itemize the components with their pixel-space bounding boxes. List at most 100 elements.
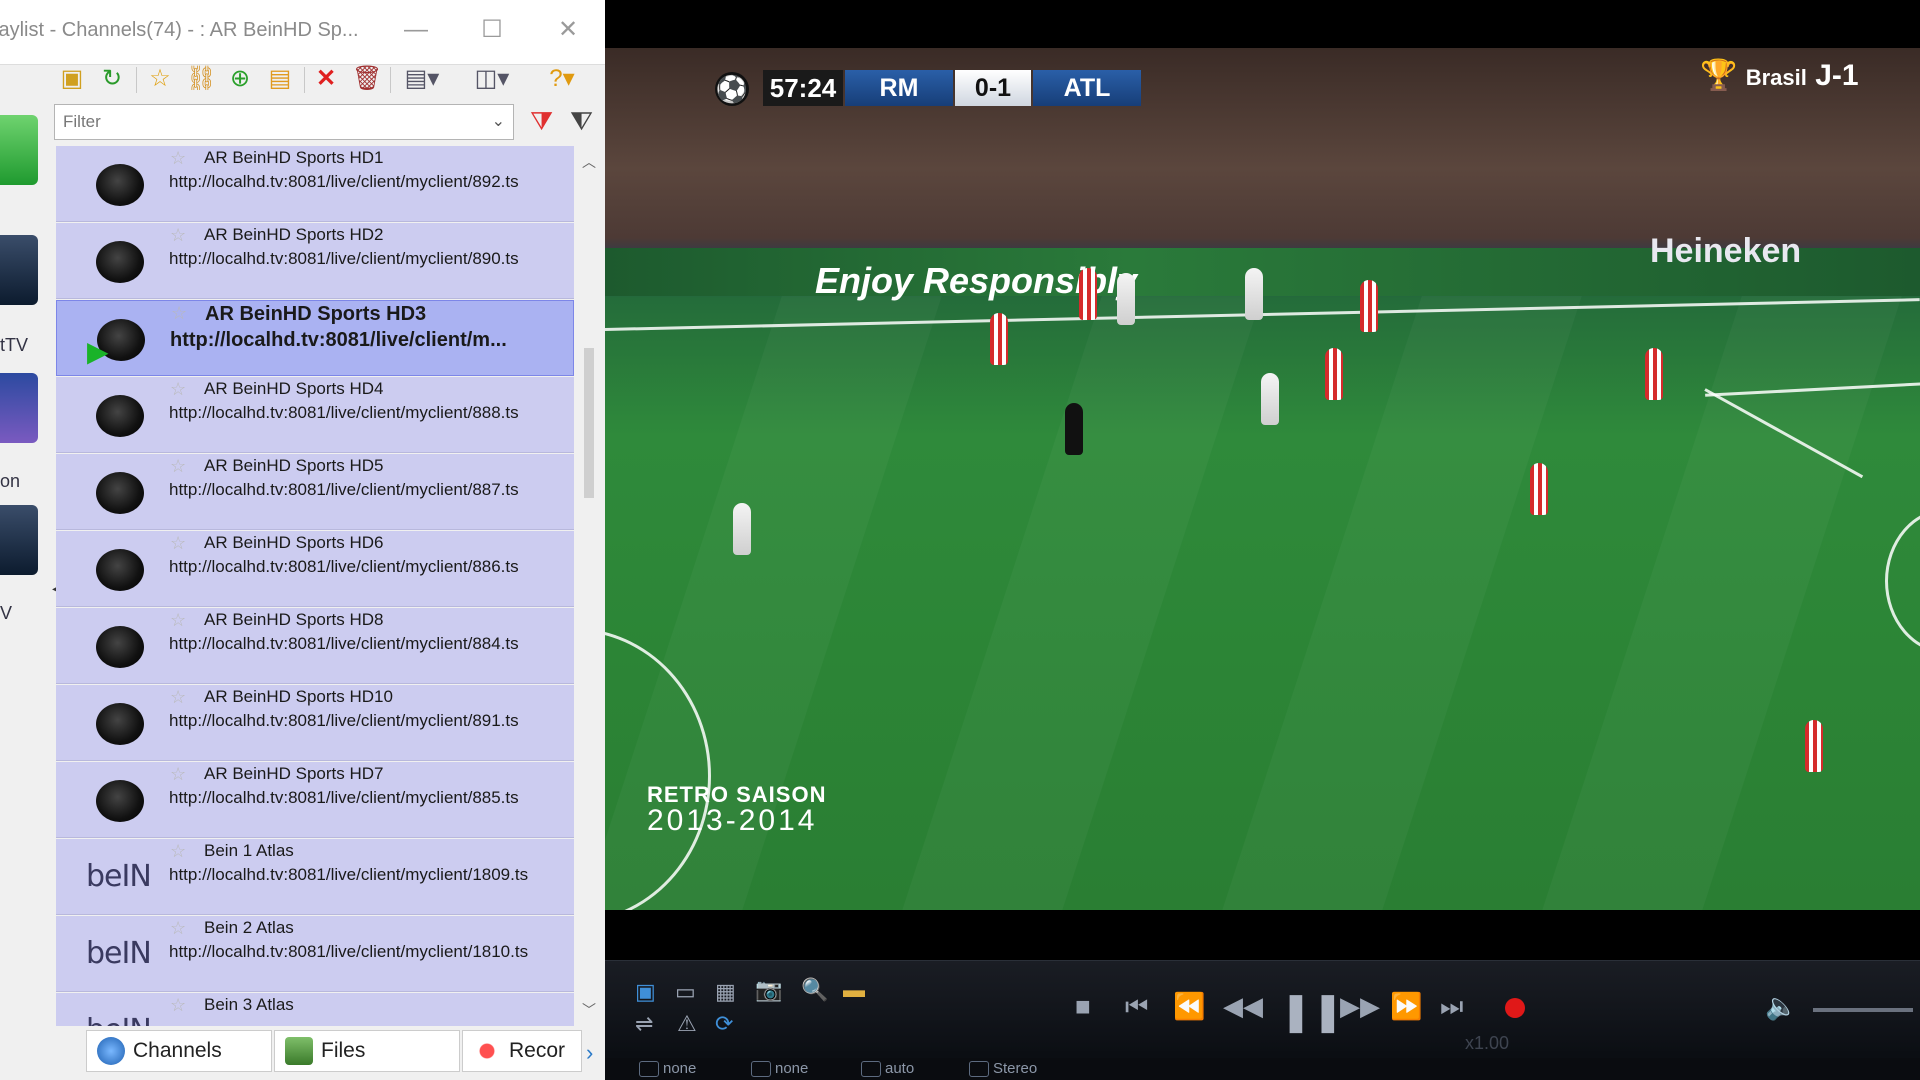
tab-files[interactable]: Files: [274, 1030, 460, 1072]
dock-tile-green[interactable]: [0, 115, 38, 185]
channel-item[interactable]: beIN ☆ Bein 2 Atlas http://localhd.tv:8081/…: [56, 916, 574, 992]
favorite-star-icon[interactable]: ☆: [170, 841, 186, 862]
favorite-star-icon[interactable]: ☆: [170, 148, 186, 169]
channel-item[interactable]: beIN ☆ Bein 3 Atlas: [56, 993, 574, 1026]
tab-label: Channels: [133, 1039, 222, 1062]
scroll-up-icon[interactable]: ︿: [582, 152, 596, 172]
channel-url: http://localhd.tv:8081/live/client/mycli…: [169, 788, 519, 807]
favorite-star-icon[interactable]: ☆: [170, 687, 186, 708]
rewind-fast-icon[interactable]: ⏪: [1173, 991, 1205, 1022]
filter-input[interactable]: Filter ⌄: [54, 104, 514, 140]
close-button[interactable]: ✕: [552, 14, 584, 46]
skip-back-icon[interactable]: ⏮: [1125, 991, 1148, 1023]
channel-url: http://localhd.tv:8081/live/client/mycli…: [169, 711, 519, 730]
channel-item[interactable]: beIN ☆ Bein 1 Atlas http://localhd.tv:8081/…: [56, 839, 574, 915]
color-icon[interactable]: ▬: [843, 977, 865, 1003]
channel-name: AR BeinHD Sports HD5: [204, 456, 384, 475]
channel-url: http://localhd.tv:8081/live/client/mycli…: [169, 249, 519, 268]
warning-icon[interactable]: ⚠: [677, 1011, 697, 1037]
bein-logo: beIN: [86, 859, 152, 894]
penalty-arc: [1885, 508, 1920, 654]
add-file-icon[interactable]: ▣: [58, 65, 86, 93]
playlist-toggle-icon[interactable]: ▣: [635, 979, 656, 1005]
player: [733, 503, 751, 555]
favorite-star-icon[interactable]: ☆: [170, 533, 186, 554]
refresh-icon[interactable]: ↻: [98, 65, 126, 93]
channel-item[interactable]: ☆ AR BeinHD Sports HD7 http://localhd.tv:8…: [56, 762, 574, 838]
retro-season: 2013-2014: [647, 804, 818, 837]
favorite-star-icon[interactable]: ☆: [171, 303, 187, 324]
favorite-star-icon[interactable]: ☆: [170, 225, 186, 246]
channel-url: http://localhd.tv:8081/live/client/mycli…: [169, 480, 519, 499]
link-icon[interactable]: ⛓: [186, 65, 216, 93]
dock-tile-tv[interactable]: [0, 235, 38, 305]
status-video[interactable]: none: [639, 1060, 696, 1078]
favorite-star-icon[interactable]: ☆: [170, 764, 186, 785]
delete-icon[interactable]: ✕: [312, 65, 340, 93]
ad-brand: Heineken: [1650, 232, 1802, 270]
maximize-button[interactable]: ☐: [476, 14, 508, 46]
grid-icon[interactable]: ▦: [715, 979, 736, 1005]
chevron-right-icon[interactable]: ›: [586, 1040, 593, 1066]
status-aspect[interactable]: auto: [861, 1060, 914, 1078]
stop-icon[interactable]: ■: [1075, 991, 1091, 1022]
window-mode-icon[interactable]: ▭: [675, 979, 696, 1005]
channel-item[interactable]: ☆ AR BeinHD Sports HD1 http://localhd.tv:8…: [56, 146, 574, 222]
volume-slider[interactable]: [1813, 1008, 1913, 1012]
record-icon[interactable]: [1505, 998, 1525, 1018]
channel-name: AR BeinHD Sports HD8: [204, 610, 384, 629]
home-team: RM: [845, 70, 953, 106]
tab-recordings[interactable]: Recor: [462, 1030, 582, 1072]
scrollbar[interactable]: ︿ ﹀: [578, 146, 600, 1026]
chevron-down-icon[interactable]: ⌄: [492, 111, 505, 131]
favorite-star-icon[interactable]: ☆: [170, 610, 186, 631]
channel-item[interactable]: ☆ AR BeinHD Sports HD3 http://localhd.tv:8…: [56, 300, 574, 376]
channel-item[interactable]: ☆ AR BeinHD Sports HD2 http://localhd.tv:8…: [56, 223, 574, 299]
channel-item[interactable]: ☆ AR BeinHD Sports HD8 http://localhd.tv:8…: [56, 608, 574, 684]
filter-clear-icon[interactable]: ⧨: [570, 106, 593, 138]
favorite-star-icon[interactable]: ☆: [146, 65, 174, 93]
player: [1117, 273, 1135, 325]
playlist-toolbar: ▣ ↻ ☆ ⛓ ⊕ ▤ ✕ 🗑 ▤▾ ◫▾ ?▾: [50, 62, 600, 98]
help-icon[interactable]: ?▾: [540, 65, 584, 93]
status-subtitle[interactable]: none: [751, 1060, 808, 1078]
folder-icon[interactable]: ▤: [266, 65, 294, 93]
scroll-down-icon[interactable]: ﹀: [582, 1000, 596, 1020]
equalizer-icon[interactable]: ⇌: [635, 1011, 653, 1037]
channel-item[interactable]: ☆ AR BeinHD Sports HD6 http://localhd.tv:8…: [56, 531, 574, 607]
minimize-button[interactable]: —: [400, 14, 432, 46]
favorite-star-icon[interactable]: ☆: [170, 379, 186, 400]
forward-icon[interactable]: ▶▶: [1340, 991, 1380, 1022]
tab-channels[interactable]: Channels: [86, 1030, 272, 1072]
playlist-titlebar[interactable]: laylist - Channels(74) - : AR BeinHD Sp.…: [0, 0, 605, 65]
dock-tile-star[interactable]: [0, 373, 38, 443]
dock-tile-media[interactable]: [0, 505, 38, 575]
audio-icon: [969, 1061, 989, 1078]
video-viewport[interactable]: Enjoy Responsibly Heineken ⚽ 57:24 RM 0-…: [605, 48, 1920, 910]
match-clock: 57:24: [763, 70, 843, 106]
channel-item[interactable]: ☆ AR BeinHD Sports HD10 http://localhd.tv:…: [56, 685, 574, 761]
favorite-star-icon[interactable]: ☆: [170, 456, 186, 477]
skip-forward-icon[interactable]: ⏭: [1440, 991, 1463, 1023]
list-view-icon[interactable]: ▤▾: [400, 65, 444, 93]
rewind-icon[interactable]: ◀◀: [1223, 991, 1263, 1022]
favorite-star-icon[interactable]: ☆: [170, 995, 186, 1016]
away-team: ATL: [1033, 70, 1141, 106]
forward-fast-icon[interactable]: ⏩: [1390, 991, 1422, 1022]
pause-icon[interactable]: ❚❚: [1280, 989, 1344, 1034]
volume-icon[interactable]: 🔈: [1765, 991, 1797, 1022]
channel-name: AR BeinHD Sports HD10: [204, 687, 393, 706]
channel-item[interactable]: ☆ AR BeinHD Sports HD5 http://localhd.tv:8…: [56, 454, 574, 530]
channel-item[interactable]: ☆ AR BeinHD Sports HD4 http://localhd.tv:8…: [56, 377, 574, 453]
player: [1245, 268, 1263, 320]
repeat-icon[interactable]: ⟳: [715, 1011, 733, 1037]
search-icon[interactable]: 🔍: [801, 977, 828, 1003]
filter-funnel-icon[interactable]: ⧩: [530, 106, 553, 138]
favorite-star-icon[interactable]: ☆: [170, 918, 186, 939]
layout-icon[interactable]: ◫▾: [470, 65, 514, 93]
add-circle-icon[interactable]: ⊕: [226, 65, 254, 93]
status-audio[interactable]: Stereo: [969, 1060, 1037, 1078]
camera-icon[interactable]: 📷: [755, 977, 782, 1003]
trash-icon[interactable]: 🗑: [352, 65, 382, 93]
scroll-thumb[interactable]: [584, 348, 594, 498]
